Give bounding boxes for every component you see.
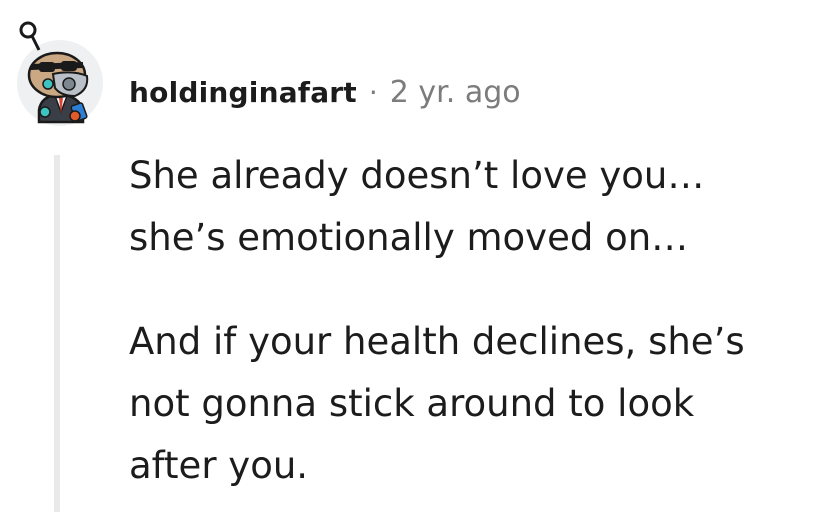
user-avatar[interactable] — [17, 18, 103, 128]
comment-line: not gonna stick around to look — [129, 382, 695, 425]
comment-line: after you. — [129, 444, 309, 487]
comment-line: And if your health declines, she’s — [129, 320, 745, 363]
thread-line[interactable] — [54, 155, 60, 512]
snoo-avatar-icon — [17, 21, 103, 126]
comment-line: she’s emotionally moved on… — [129, 216, 689, 259]
comment-paragraph: And if your health declines, she’s not g… — [129, 311, 799, 497]
comment-paragraph: She already doesn’t love you… she’s emot… — [129, 145, 799, 269]
comment-meta: holdinginafart · 2 yr. ago — [129, 72, 521, 112]
meta-separator: · — [368, 75, 378, 109]
comment-body: She already doesn’t love you… she’s emot… — [129, 145, 799, 497]
username-link[interactable]: holdinginafart — [129, 76, 357, 109]
comment-line: She already doesn’t love you… — [129, 154, 705, 197]
comment-timestamp[interactable]: 2 yr. ago — [390, 75, 521, 110]
